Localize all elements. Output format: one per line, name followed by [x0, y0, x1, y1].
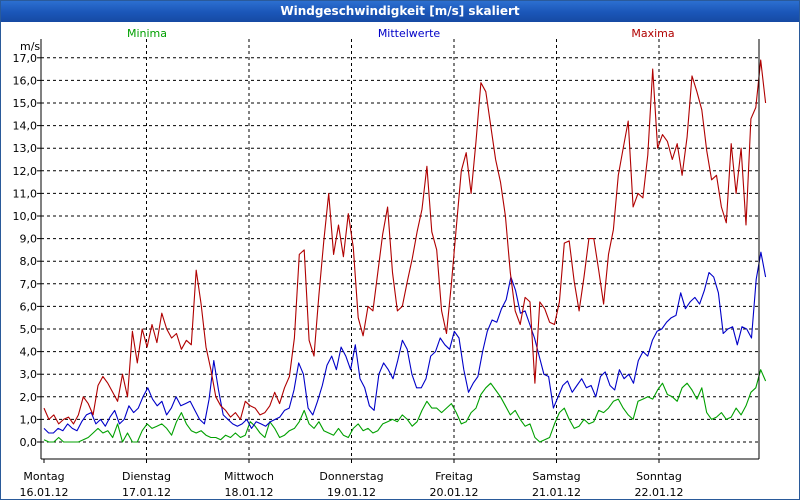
x-day-label: Samstag	[532, 470, 580, 483]
x-day-label: Dienstag	[122, 470, 171, 483]
y-axis-unit-label: m/s	[20, 40, 40, 53]
y-tick-label: 0,0	[20, 436, 38, 449]
y-tick-label: 12,0	[13, 165, 38, 178]
x-day-label: Sonntag	[636, 470, 682, 483]
x-date-label: 22.01.12	[635, 486, 684, 499]
legend-mittelwerte: Mittelwerte	[378, 27, 441, 40]
y-tick-label: 2,0	[20, 391, 38, 404]
chart-window: Windgeschwindigkeit [m/s] skaliert 0,0 1,…	[0, 0, 800, 500]
y-tick-label: 13,0	[13, 142, 38, 155]
x-date-label: 17.01.12	[122, 486, 171, 499]
y-tick-label: 11,0	[13, 187, 38, 200]
y-tick-label: 15,0	[13, 97, 38, 110]
x-date-label: 16.01.12	[20, 486, 69, 499]
legend-maxima: Maxima	[631, 27, 674, 40]
x-date-label: 19.01.12	[327, 486, 376, 499]
y-tick-label: 1,0	[20, 413, 38, 426]
x-date-label: 21.01.12	[532, 486, 581, 499]
y-tick-label: 17,0	[13, 52, 38, 65]
x-day-label: Donnerstag	[319, 470, 383, 483]
series-line-mittelwerte	[43, 251, 767, 434]
legend-minima: Minima	[127, 27, 167, 40]
y-tick-label: 7,0	[20, 278, 38, 291]
y-tick-label: 6,0	[20, 300, 38, 313]
y-tick-label: 14,0	[13, 120, 38, 133]
y-tick-label: 9,0	[20, 233, 38, 246]
y-tick-label: 10,0	[13, 210, 38, 223]
y-tick-label: 16,0	[13, 74, 38, 87]
x-date-label: 18.01.12	[225, 486, 274, 499]
y-tick-label: 3,0	[20, 368, 38, 381]
x-day-label: Montag	[23, 470, 64, 483]
x-day-label: Mittwoch	[224, 470, 274, 483]
series-line-maxima	[43, 59, 767, 425]
y-tick-label: 5,0	[20, 323, 38, 336]
x-date-label: 20.01.12	[430, 486, 479, 499]
wind-speed-chart: 0,0 1,0 2,0 3,0 4,0 5,0 6,0 7,0 8,0 9,0 10,0 11,0 12…	[13, 27, 767, 499]
x-day-label: Freitag	[435, 470, 473, 483]
y-tick-label: 4,0	[20, 346, 38, 359]
y-tick-label: 8,0	[20, 255, 38, 268]
series-line-minima	[43, 369, 767, 443]
